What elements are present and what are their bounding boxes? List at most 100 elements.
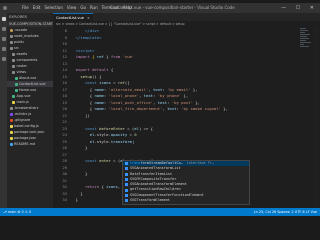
autocomplete-suggestions[interactable]: trans formStreamDefaultCo… interface Tr… SV… (122, 160, 250, 205)
code-token: const (85, 80, 97, 85)
menu-item-run[interactable]: Run (90, 5, 98, 10)
menu-item-selection[interactable]: Selection (44, 5, 62, 10)
code-token: = ( (124, 125, 135, 131)
code-token: import (75, 54, 90, 59)
code-token: return (85, 184, 100, 189)
code-token: name (94, 93, 104, 98)
status-left[interactable]: ⎇ main ⊗ 0 ⚠ 0 (3, 208, 31, 216)
minimap[interactable] (300, 27, 312, 87)
code-token: enter (99, 158, 111, 163)
file-icon (12, 94, 15, 98)
code-token: ([ (124, 80, 130, 85)
code-token: name (94, 99, 104, 105)
code-token: { (71, 106, 95, 111)
code-token: 'vue' (122, 54, 135, 59)
status-right[interactable]: Ln 25, Col 26 Spaces: 2 UTF-8 LF Vue (254, 208, 317, 216)
code-token: } (103, 54, 111, 59)
activity-bar (0, 13, 7, 208)
code-token: script (78, 47, 93, 53)
code-token: 'local_post_office' (108, 99, 154, 105)
tab-contactlist[interactable]: ContactList.vue × (53, 13, 93, 21)
code-token: { (71, 99, 95, 105)
code-token: beforeEnter (99, 125, 125, 131)
code-token: 'by phone' (157, 93, 182, 98)
code-token: setup (80, 73, 93, 79)
code-line: } (71, 197, 78, 204)
window-dot-icon (3, 6, 7, 10)
file-icon (9, 34, 13, 38)
window-title: ContactList.vue - vue-composition-starte… (110, 5, 235, 10)
search-icon[interactable] (1, 27, 6, 31)
minimap-line (300, 32, 305, 33)
file-icon (12, 100, 15, 104)
code-token: } (71, 145, 88, 150)
run-debug-icon[interactable] (1, 47, 6, 51)
file-icon (9, 136, 13, 140)
symbol-icon (125, 183, 128, 187)
code-token: </div> (71, 28, 100, 33)
explorer-icon[interactable] (1, 17, 6, 21)
menu-item-file[interactable]: File (22, 5, 29, 10)
minimap-line (300, 30, 308, 31)
code-token: } (71, 171, 88, 176)
code-token: icons (99, 80, 111, 85)
menu-item-go[interactable]: Go (80, 5, 86, 10)
code-token: opacity (110, 132, 128, 137)
file-icon (12, 70, 15, 74)
code-token: </template> (71, 34, 102, 40)
code-token: text (153, 86, 163, 92)
status-bar: ⎇ main ⊗ 0 ⚠ 0 Ln 25, Col 26 Spaces: 2 U… (0, 208, 320, 216)
file-icon (12, 58, 15, 62)
code-token: 0 (134, 132, 137, 137)
code-token: 'alternate_email' (108, 86, 149, 92)
editor-tabs: ContactList.vue × (53, 13, 320, 21)
tree-item[interactable]: README.md (7, 141, 53, 147)
source-control-icon[interactable] (1, 37, 6, 41)
menu-item-view[interactable]: View (67, 5, 77, 10)
extensions-icon[interactable] (1, 57, 6, 61)
symbol-icon (125, 199, 128, 203)
line-number: 34 (62, 197, 67, 202)
code-token: ref (96, 54, 104, 59)
code-token: export default (75, 67, 109, 72)
file-icon (9, 28, 13, 32)
code-token: ref (117, 80, 125, 85)
menu-item-edit[interactable]: Edit (33, 5, 41, 10)
code-line: import { ref } from 'vue' (71, 54, 135, 61)
code-token: .style. (94, 132, 111, 137)
code-line: </template> (71, 34, 102, 42)
vscode-window: File Edit Selection View Go Run Terminal Help C… (0, 3, 320, 216)
code-token: }, (192, 99, 200, 105)
file-icon (9, 106, 13, 110)
window-controls[interactable]: — ☐ ✕ (281, 4, 318, 12)
window-logo (3, 6, 7, 10)
code-line: { name: 'local_fire_department', text: '… (71, 106, 228, 113)
video-frame: File Edit Selection View Go Run Terminal Help C… (0, 0, 320, 240)
editor-scrollbar[interactable] (314, 27, 319, 208)
code-token: }, (181, 93, 189, 98)
tree-item-label: README.md (14, 142, 36, 146)
file-icon (12, 52, 15, 56)
symbol-icon (125, 188, 128, 192)
code-token: text (143, 93, 154, 98)
minimap-line (300, 46, 309, 47)
code-token: () { (92, 73, 102, 79)
minimap-line (300, 42, 311, 43)
file-icon (14, 82, 18, 86)
code-token: < (71, 47, 79, 53)
file-icon (14, 88, 18, 92)
code-token: } (71, 197, 79, 202)
code-token: icons (106, 184, 118, 189)
code-token: ) => { (138, 125, 154, 131)
code-token: 'local_phone' (108, 93, 139, 98)
code-token: = ( (110, 158, 121, 163)
code-token: 'by smoke signal' (181, 106, 221, 111)
suggestion-detail: interface Tr… (186, 161, 215, 165)
code-token: { (71, 86, 95, 92)
suggestion-item[interactable]: SVGTransformElement (123, 198, 249, 203)
code-line: ]) (71, 113, 90, 120)
